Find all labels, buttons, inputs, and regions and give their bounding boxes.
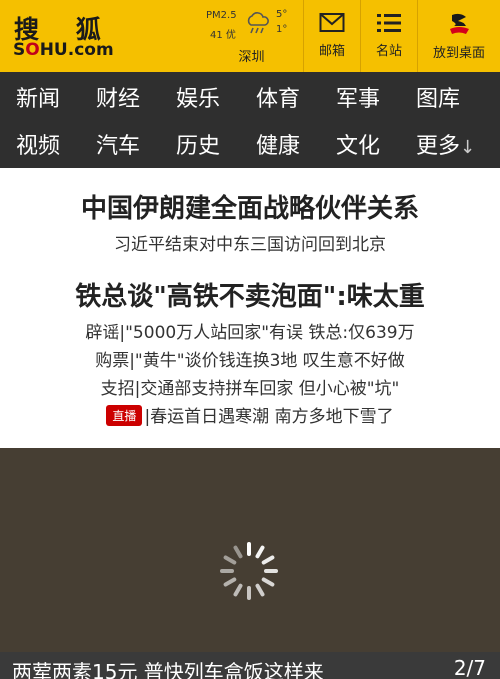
headline-1-sub[interactable]: 习近平结束对中东三国访问回到北京 <box>0 230 500 255</box>
loading-spinner-icon <box>220 542 278 600</box>
nav-gallery[interactable]: 图库 <box>400 79 480 113</box>
rain-cloud-icon <box>247 12 269 34</box>
nav-news[interactable]: 新闻 <box>0 79 80 113</box>
slideshow-caption: 两荤两素15元 普快列车盒饭这样来 <box>12 660 324 679</box>
add-to-desktop-button[interactable]: 放到桌面 <box>417 0 500 72</box>
nav-history[interactable]: 历史 <box>160 128 240 160</box>
aqi-value: 41 优 <box>210 30 236 41</box>
headline-block: 中国伊朗建全面战略伙伴关系 习近平结束对中东三国访问回到北京 铁总谈"高铁不卖泡… <box>0 168 500 448</box>
sohu-logo[interactable]: 搜 狐 SOHU.com <box>0 0 200 72</box>
temp-high: 5° <box>276 9 288 20</box>
nav-entertainment[interactable]: 娱乐 <box>160 79 240 113</box>
nav-health[interactable]: 健康 <box>240 128 320 160</box>
nav-row-2: 视频 汽车 历史 健康 文化 更多↓ <box>0 120 500 168</box>
headline-2-sub-4-text: |春运首日遇寒潮 南方多地下雪了 <box>144 407 394 427</box>
slideshow-caption-bar[interactable]: 两荤两素15元 普快列车盒饭这样来 2/7 <box>0 652 500 679</box>
mail-label: 邮箱 <box>318 44 345 59</box>
envelope-icon <box>319 13 345 32</box>
headline-2-sub-3[interactable]: 支招|交通部支持拼车回家 但小心被"坑" <box>0 374 500 399</box>
nav-row-1: 新闻 财经 娱乐 体育 军事 图库 <box>0 72 500 120</box>
pm25-label: PM2.5 <box>206 10 237 21</box>
nav-auto[interactable]: 汽车 <box>80 128 160 160</box>
sohu-fox-icon <box>450 13 469 34</box>
desktop-label: 放到桌面 <box>432 46 485 61</box>
headline-2-sub-1[interactable]: 辟谣|"5000万人站回家"有误 铁总:仅639万 <box>0 318 500 343</box>
sites-label: 名站 <box>375 44 402 59</box>
nav-more[interactable]: 更多↓ <box>400 128 480 160</box>
nav-finance[interactable]: 财经 <box>80 79 160 113</box>
nav-military[interactable]: 军事 <box>320 79 400 113</box>
headline-2-sub-4[interactable]: 直播 |春运首日遇寒潮 南方多地下雪了 <box>0 402 500 427</box>
channel-nav: 新闻 财经 娱乐 体育 军事 图库 视频 汽车 历史 健康 文化 更多↓ <box>0 72 500 168</box>
nav-culture[interactable]: 文化 <box>320 128 400 160</box>
city-name: 深圳 <box>238 50 265 65</box>
list-icon <box>377 14 401 32</box>
headline-2[interactable]: 铁总谈"高铁不卖泡面":味太重 <box>0 276 500 313</box>
sites-button[interactable]: 名站 <box>360 0 417 72</box>
logo-english: SOHU.com <box>13 40 114 60</box>
headline-1[interactable]: 中国伊朗建全面战略伙伴关系 <box>0 188 500 225</box>
live-badge: 直播 <box>106 405 143 426</box>
nav-sports[interactable]: 体育 <box>240 79 320 113</box>
nav-more-label: 更多 <box>416 134 461 159</box>
mail-button[interactable]: 邮箱 <box>303 0 360 72</box>
temp-low: 1° <box>276 24 288 35</box>
nav-video[interactable]: 视频 <box>0 128 80 160</box>
down-arrow-icon: ↓ <box>460 137 476 158</box>
headline-2-sub-2[interactable]: 购票|"黄牛"谈价钱连换3地 叹生意不好做 <box>0 346 500 371</box>
slideshow-page-indicator: 2/7 <box>453 656 486 679</box>
weather-widget[interactable]: PM2.5 41 优 5° 1° 深圳 <box>200 0 303 72</box>
top-header: 搜 狐 SOHU.com PM2.5 41 优 5° 1° 深圳 邮箱 名站 放… <box>0 0 500 72</box>
